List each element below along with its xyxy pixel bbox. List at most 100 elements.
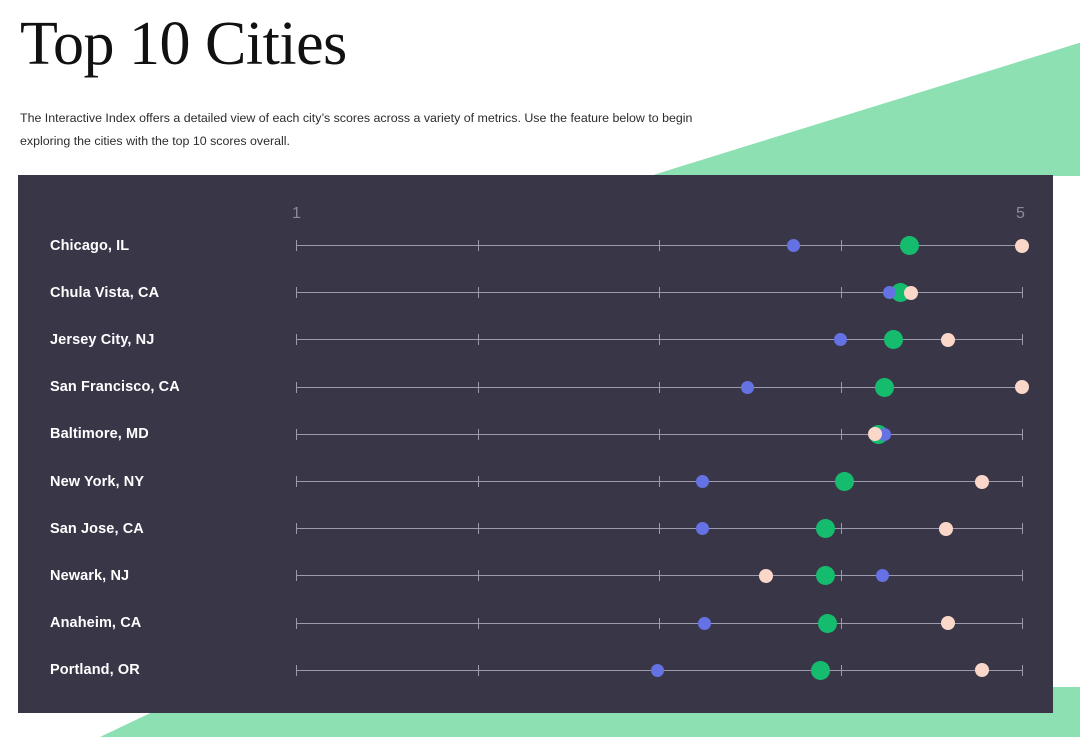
axis-tick-mark [477, 381, 479, 393]
city-score-track [296, 613, 1023, 633]
city-row-label: Newark, NJ [50, 567, 130, 584]
city-row-label: Anaheim, CA [50, 615, 142, 632]
city-row[interactable]: Jersey City, NJ [18, 316, 1053, 363]
axis-tick-mark [840, 381, 842, 393]
score-dot-green[interactable] [818, 613, 838, 633]
axis-tick-mark [659, 334, 660, 346]
score-dot-green[interactable] [811, 660, 831, 680]
score-dot-peach[interactable] [975, 474, 990, 489]
axis-tick-mark [659, 287, 660, 299]
score-dot-blue[interactable] [697, 616, 711, 630]
axis-tick-mark [1022, 428, 1023, 440]
score-dot-peach[interactable] [938, 521, 953, 536]
score-dot-green[interactable] [874, 377, 894, 397]
interactive-index-chart-panel[interactable]: 1 5 Chicago, IL Chula Vista, CA Jersey Cit… [18, 175, 1053, 713]
city-row-label: Chicago, IL [50, 237, 130, 254]
axis-tick-mark [296, 664, 297, 676]
axis-tick-mark [659, 476, 660, 488]
city-rows-container: Chicago, IL Chula Vista, CA Jersey City, N… [18, 222, 1053, 694]
axis-tick-mark [840, 428, 842, 440]
axis-tick-mark [477, 334, 479, 346]
axis-tick-mark [840, 523, 842, 535]
score-dot-green[interactable] [816, 566, 836, 586]
axis-tick-mark [296, 240, 297, 252]
axis-tick-mark [1022, 334, 1023, 346]
city-row-label: Chula Vista, CA [50, 284, 160, 301]
city-row[interactable]: Portland, OR [18, 647, 1053, 694]
score-dot-peach[interactable] [1015, 238, 1029, 253]
axis-tick-mark [659, 381, 660, 393]
city-score-track [296, 519, 1023, 539]
axis-tick-mark [840, 287, 842, 299]
city-row[interactable]: Newark, NJ [18, 552, 1053, 599]
score-dot-peach[interactable] [1015, 380, 1029, 395]
axis-tick-mark [1022, 617, 1023, 629]
score-dot-peach[interactable] [940, 616, 955, 631]
city-row[interactable]: Chula Vista, CA [18, 269, 1053, 316]
city-row-label: San Jose, CA [50, 520, 144, 537]
axis-tick-mark [840, 240, 842, 252]
city-row-label: Baltimore, MD [50, 426, 149, 443]
axis-tick-mark [296, 428, 297, 440]
page-description: The Interactive Index offers a detailed … [20, 111, 693, 149]
axis-tick-mark [659, 523, 660, 535]
score-dot-green[interactable] [883, 330, 903, 350]
axis-tick-mark [477, 523, 479, 535]
score-dot-blue[interactable] [875, 569, 889, 583]
city-row-label: New York, NY [50, 473, 145, 490]
city-score-track [296, 377, 1029, 397]
score-dot-peach[interactable] [904, 285, 919, 300]
city-row[interactable]: San Jose, CA [18, 505, 1053, 552]
city-row[interactable]: New York, NY [18, 458, 1053, 505]
score-dot-green[interactable] [834, 472, 854, 492]
score-dot-blue[interactable] [650, 663, 664, 677]
city-row[interactable]: San Francisco, CA [18, 364, 1053, 411]
page-title: Top 10 Cities [20, 10, 347, 78]
city-row-label: San Francisco, CA [50, 379, 180, 396]
axis-tick-mark [659, 570, 660, 582]
axis-tick-mark [659, 428, 660, 440]
page-header: Top 10 Cities The Interactive Index offe… [0, 0, 1080, 153]
score-dot-peach[interactable] [940, 332, 955, 347]
score-dot-green[interactable] [816, 519, 836, 539]
score-dot-blue[interactable] [786, 239, 800, 253]
axis-tick-mark [1022, 476, 1023, 488]
city-score-track [296, 472, 1023, 492]
city-row[interactable]: Baltimore, MD [18, 411, 1053, 458]
city-row-label: Portland, OR [50, 662, 140, 679]
axis-tick-mark [296, 523, 297, 535]
axis-tick-mark [840, 570, 842, 582]
axis-tick-mark [1022, 523, 1023, 535]
city-row[interactable]: Anaheim, CA [18, 600, 1053, 647]
axis-tick-mark [477, 476, 479, 488]
score-dot-blue[interactable] [834, 333, 847, 347]
axis-tick-mark [477, 617, 479, 629]
axis-tick-mark [659, 617, 660, 629]
score-dot-blue[interactable] [696, 475, 710, 489]
city-row[interactable]: Chicago, IL [18, 222, 1053, 269]
city-row-label: Jersey City, NJ [50, 331, 155, 348]
axis-tick-mark [840, 617, 842, 629]
axis-tick-mark [296, 287, 297, 299]
axis-tick-mark [1022, 570, 1023, 582]
axis-tick-mark [1022, 664, 1023, 676]
page-root: Top 10 Cities The Interactive Index offe… [0, 0, 1080, 737]
axis-min-label: 1 [292, 205, 301, 222]
axis-max-label: 5 [1016, 205, 1025, 222]
score-dot-green[interactable] [899, 236, 919, 256]
axis-tick-mark [477, 240, 479, 252]
axis-tick-mark [477, 570, 479, 582]
axis-tick-mark [1022, 287, 1023, 299]
city-score-track [296, 283, 1023, 303]
score-dot-blue[interactable] [696, 522, 710, 536]
score-dot-peach[interactable] [759, 568, 774, 583]
axis-tick-mark [296, 381, 297, 393]
city-score-track [296, 424, 1023, 444]
axis-tick-mark [659, 240, 660, 252]
axis-tick-mark [296, 476, 297, 488]
axis-tick-mark [840, 664, 842, 676]
score-dot-peach[interactable] [975, 663, 990, 678]
axis-tick-mark [477, 664, 479, 676]
score-dot-blue[interactable] [741, 380, 755, 394]
city-score-track [296, 330, 1023, 350]
